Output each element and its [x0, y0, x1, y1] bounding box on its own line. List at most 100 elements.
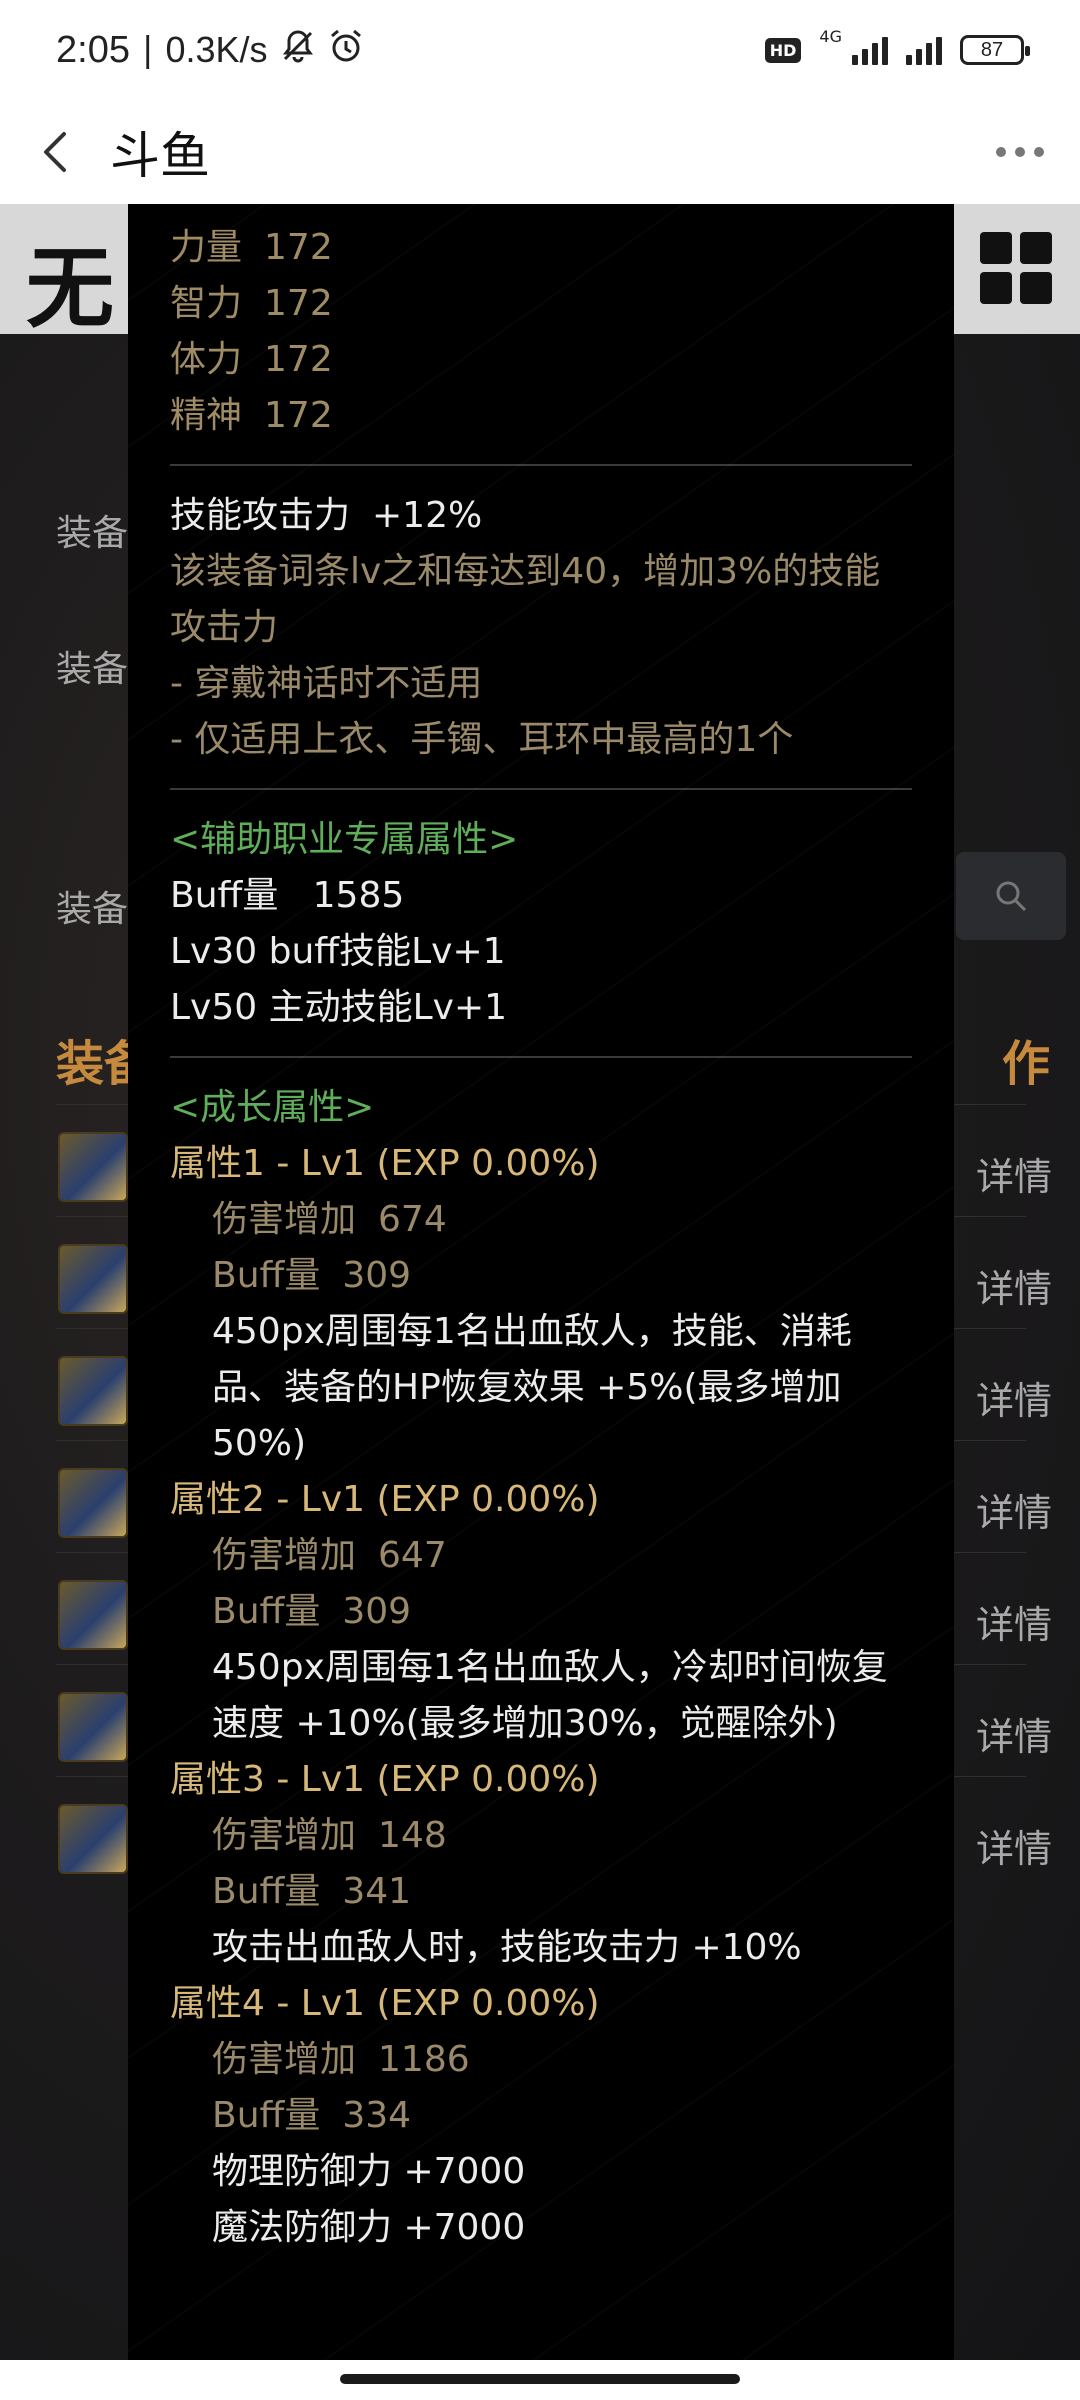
detail-link[interactable]: 详情: [976, 1146, 1052, 1201]
stat-name: 体力: [170, 339, 243, 380]
buff-value: 334: [342, 2095, 412, 2136]
stat-value: 172: [264, 283, 333, 324]
support-line: Lv30 buff技能Lv+1: [170, 931, 506, 972]
detail-link[interactable]: 详情: [976, 1594, 1052, 1649]
equipment-icon[interactable]: [58, 1692, 128, 1762]
equipment-icon[interactable]: [58, 1244, 128, 1314]
damage-value: 674: [378, 1199, 447, 1240]
growth-attr-damage: 伤害增加 674: [170, 1192, 912, 1248]
damage-label: 伤害增加: [212, 1535, 357, 1576]
damage-value: 647: [378, 1535, 447, 1576]
chevron-left-icon: [44, 132, 66, 172]
title-bar: 斗鱼: [0, 100, 1080, 204]
network-type: 4G: [819, 26, 842, 46]
more-dot: [1034, 147, 1044, 157]
page-title: 斗鱼: [110, 127, 210, 185]
item-tooltip: 力量 172 智力 172 体力 172 精神 172 技能攻击力 +12% 该装备词条l…: [128, 204, 954, 2360]
growth-attr-buff: Buff量 309: [170, 1248, 912, 1304]
battery-icon: 87: [960, 35, 1030, 65]
stat-row: 精神 172: [170, 388, 912, 444]
equipment-icon[interactable]: [58, 1468, 128, 1538]
signal-icon-2: [906, 35, 942, 65]
equipment-icon[interactable]: [58, 1804, 128, 1874]
growth-attr-title: 属性3 - Lv1 (EXP 0.00%): [170, 1759, 600, 1800]
stat-value: 172: [264, 339, 333, 380]
skill-attack-desc: 该装备词条lv之和每达到40，增加3%的技能攻击力: [170, 551, 881, 648]
divider: [170, 788, 912, 790]
damage-label: 伤害增加: [212, 1199, 357, 1240]
growth-heading: <成长属性>: [170, 1087, 375, 1128]
equipment-icon[interactable]: [58, 1356, 128, 1426]
detail-link[interactable]: 详情: [976, 1706, 1052, 1761]
equipment-icon[interactable]: [58, 1132, 128, 1202]
growth-attr-title: 属性4 - Lv1 (EXP 0.00%): [170, 1983, 600, 2024]
growth-attr-buff: Buff量 334: [170, 2088, 912, 2144]
buff-label: Buff量: [212, 1591, 321, 1632]
growth-attr-effect: 450px周围每1名出血敌人，技能、消耗品、装备的HP恢复效果 +5%(最多增加…: [212, 1311, 852, 1464]
buff-value: 341: [342, 1871, 412, 1912]
growth-attr-buff: Buff量 341: [170, 1864, 912, 1920]
hd-badge: HD: [764, 37, 802, 63]
site-logo[interactable]: 无: [26, 218, 114, 345]
stat-row: 体力 172: [170, 332, 912, 388]
back-button[interactable]: [0, 100, 110, 204]
grid-menu-icon[interactable]: [980, 232, 1052, 304]
damage-label: 伤害增加: [212, 2039, 357, 2080]
mute-bell-icon: [282, 29, 314, 72]
bg-label: 装备: [56, 889, 129, 930]
detail-link[interactable]: 详情: [976, 1482, 1052, 1537]
search-icon[interactable]: [956, 852, 1066, 940]
more-dot: [1015, 147, 1025, 157]
buff-value: 309: [342, 1255, 412, 1296]
detail-link[interactable]: 详情: [976, 1370, 1052, 1425]
status-net-speed: 0.3K/s: [165, 29, 268, 70]
status-separator: |: [141, 30, 154, 70]
growth-attr-buff: Buff量 309: [170, 1584, 912, 1640]
status-time: 2:05: [56, 28, 130, 71]
growth-attr-effect: 魔法防御力 +7000: [212, 2207, 526, 2248]
support-line: Buff量 1585: [170, 875, 405, 916]
status-bar: 2:05 | 0.3K/s HD 4G 87: [0, 0, 1080, 100]
system-nav-bar: [0, 2360, 1080, 2400]
support-heading: <辅助职业专属属性>: [170, 819, 519, 860]
alarm-icon: [328, 28, 364, 73]
stat-name: 智力: [170, 283, 243, 324]
skill-attack-row: 技能攻击力 +12%: [170, 488, 912, 544]
support-line: Lv50 主动技能Lv+1: [170, 987, 508, 1028]
growth-attr-title: 属性1 - Lv1 (EXP 0.00%): [170, 1143, 600, 1184]
stat-value: 172: [264, 395, 333, 436]
stat-value: 172: [264, 227, 333, 268]
equipment-icon[interactable]: [58, 1580, 128, 1650]
skill-attack-title: 技能攻击力: [170, 495, 351, 536]
buff-label: Buff量: [212, 1255, 321, 1296]
growth-attr-damage: 伤害增加 148: [170, 1808, 912, 1864]
buff-value: 309: [342, 1591, 412, 1632]
bg-label: 装备: [56, 649, 129, 690]
stat-name: 力量: [170, 227, 243, 268]
growth-attr-title: 属性2 - Lv1 (EXP 0.00%): [170, 1479, 600, 1520]
bg-label: 装备: [56, 513, 129, 554]
growth-attr-damage: 伤害增加 1186: [170, 2032, 912, 2088]
skill-attack-value: +12%: [372, 495, 483, 536]
home-gesture-bar[interactable]: [340, 2374, 740, 2384]
divider: [170, 464, 912, 466]
stat-name: 精神: [170, 395, 243, 436]
detail-link[interactable]: 详情: [976, 1258, 1052, 1313]
detail-link[interactable]: 详情: [976, 1818, 1052, 1873]
bg-section-heading-right: 作: [1001, 1036, 1050, 1092]
growth-attr-effect: 物理防御力 +7000: [212, 2151, 526, 2192]
buff-label: Buff量: [212, 2095, 321, 2136]
battery-level: 87: [980, 38, 1004, 61]
buff-label: Buff量: [212, 1871, 321, 1912]
skill-attack-note: - 仅适用上衣、手镯、耳环中最高的1个: [170, 719, 794, 760]
stat-row: 智力 172: [170, 276, 912, 332]
skill-attack-note: - 穿戴神话时不适用: [170, 663, 483, 704]
divider: [170, 1056, 912, 1058]
growth-attr-damage: 伤害增加 647: [170, 1528, 912, 1584]
more-dot: [996, 147, 1006, 157]
growth-attr-effect: 攻击出血敌人时，技能攻击力 +10%: [212, 1927, 802, 1968]
growth-attr-effect: 450px周围每1名出血敌人，冷却时间恢复速度 +10%(最多增加30%，觉醒除…: [212, 1647, 888, 1744]
more-button[interactable]: [960, 100, 1080, 204]
damage-value: 1186: [378, 2039, 470, 2080]
stat-row: 力量 172: [170, 220, 912, 276]
